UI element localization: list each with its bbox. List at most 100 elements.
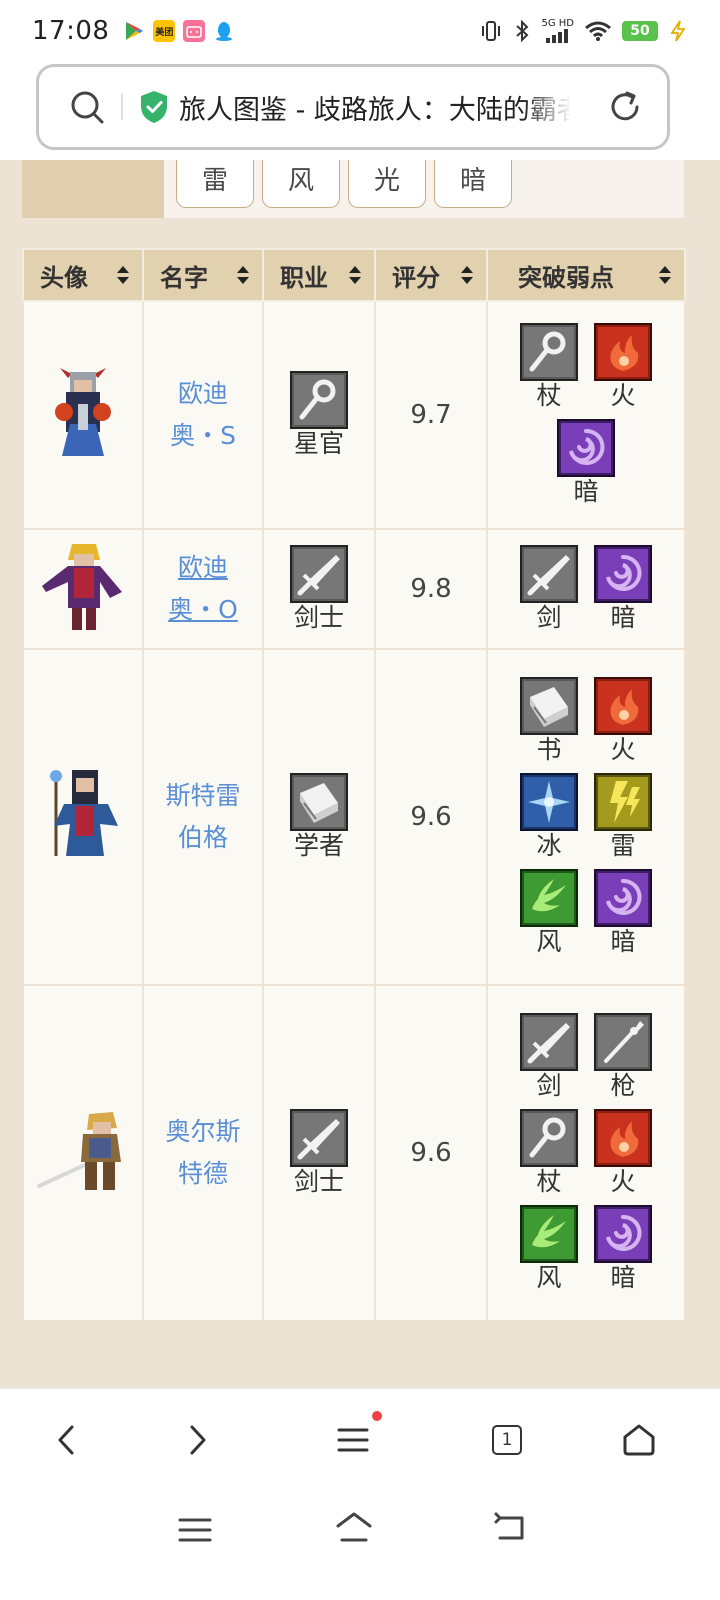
header-avatar[interactable]: 头像 — [22, 248, 144, 302]
sword-icon — [520, 1013, 578, 1071]
weakness-book: 书 — [516, 677, 582, 765]
weakness-dark: 暗 — [553, 419, 619, 507]
status-bar: 17:08 美团 5G HD 50 — [0, 0, 720, 62]
header-weakness-label: 突破弱点 — [518, 263, 614, 292]
reload-icon[interactable] — [607, 89, 643, 125]
dark-icon — [557, 419, 615, 477]
dark-icon — [594, 545, 652, 603]
sort-icon[interactable] — [236, 263, 250, 287]
weakness-label: 火 — [610, 735, 636, 764]
weakness-cell: 剑 暗 — [486, 528, 686, 650]
weakness-label: 火 — [610, 381, 636, 410]
qq-icon — [216, 22, 233, 41]
job-cell: 剑士 — [262, 528, 376, 650]
home-shape-icon — [623, 1424, 655, 1456]
back-button[interactable] — [42, 1415, 92, 1465]
weakness-cell: 剑 枪 杖 火 风 暗 — [486, 984, 686, 1322]
table-row: 欧迪 奥・S 星官 9.7 杖 火 暗 — [22, 300, 686, 530]
menu-button[interactable] — [328, 1411, 382, 1465]
forward-button[interactable] — [172, 1415, 222, 1465]
score-cell: 9.6 — [374, 984, 488, 1322]
page-content: 雷 风 光 暗 头像 名字 职业 评分 突破弱点 欧迪 奥・S 星官 9.7 杖… — [0, 160, 720, 1388]
weakness-label: 暗 — [610, 603, 636, 632]
name-line1: 欧迪 — [177, 553, 228, 582]
weakness-label: 杖 — [536, 381, 562, 410]
traveler-name-link[interactable]: 斯特雷 伯格 — [165, 775, 240, 859]
weakness-cell: 杖 火 暗 — [486, 300, 686, 530]
weakness-label: 风 — [536, 1263, 562, 1292]
tabs-button[interactable]: 1 — [482, 1415, 532, 1465]
traveler-name-link[interactable]: 欧迪 奥・O — [168, 547, 238, 631]
home-button[interactable] — [614, 1415, 664, 1465]
browser-toolbar: 1 — [0, 1388, 720, 1492]
chevron-right-icon — [190, 1425, 206, 1455]
header-score[interactable]: 评分 — [374, 248, 488, 302]
page-title[interactable]: 旅人图鉴 - 歧路旅人：大陆的霸者 — [179, 88, 571, 127]
job-label: 剑士 — [293, 1167, 344, 1196]
search-icon[interactable] — [69, 89, 105, 125]
bilibili-icon — [183, 20, 206, 42]
table-row: 奥尔斯 特德 剑士 9.6 剑 枪 杖 火 风 暗 — [22, 984, 686, 1322]
charging-icon — [670, 20, 686, 42]
filter-btn-dark[interactable]: 暗 — [434, 160, 512, 208]
odio-o-sprite[interactable] — [38, 538, 128, 634]
sort-icon[interactable] — [348, 263, 362, 287]
weakness-sword: 剑 — [516, 545, 582, 633]
home-icon[interactable] — [334, 1510, 374, 1546]
element-filter: 雷 风 光 暗 — [22, 160, 684, 218]
name-line2: 特德 — [177, 1159, 228, 1188]
table-row: 斯特雷 伯格 学者 9.6 书 火 冰 雷 风 暗 — [22, 648, 686, 986]
back-gesture-icon[interactable] — [492, 1510, 528, 1546]
meituan-text: 美团 — [155, 27, 174, 38]
name-line1: 斯特雷 — [165, 781, 241, 810]
job-label: 剑士 — [293, 603, 344, 632]
traveler-name-link[interactable]: 欧迪奥・S — [170, 373, 236, 457]
sort-icon[interactable] — [460, 263, 474, 287]
avatar-cell — [22, 984, 144, 1322]
name-line2: 奥・S — [170, 421, 236, 450]
header-job[interactable]: 职业 — [262, 248, 376, 302]
olberic-sprite[interactable] — [35, 1102, 131, 1198]
sort-icon[interactable] — [658, 263, 672, 287]
weakness-label: 暗 — [610, 1263, 636, 1292]
name-cell: 奥尔斯 特德 — [142, 984, 264, 1322]
weakness-thunder: 雷 — [590, 773, 656, 861]
table-header-row: 头像 名字 职业 评分 突破弱点 — [22, 248, 686, 302]
filter-btn-thunder[interactable]: 雷 — [176, 160, 254, 208]
weakness-label: 杖 — [536, 1167, 562, 1196]
weakness-label: 火 — [610, 1167, 636, 1196]
odio-s-sprite[interactable] — [48, 364, 118, 460]
wind-icon — [520, 1205, 578, 1263]
weakness-staff: 杖 — [516, 1109, 582, 1197]
sort-icon[interactable] — [116, 263, 130, 287]
bluetooth-icon — [516, 19, 529, 43]
score-value: 9.6 — [410, 1138, 452, 1168]
meituan-icon: 美团 — [153, 20, 176, 42]
sword-icon — [290, 1109, 348, 1167]
address-bar[interactable]: 旅人图鉴 - 歧路旅人：大陆的霸者 — [36, 64, 670, 150]
recent-apps-icon[interactable] — [178, 1516, 212, 1544]
address-divider — [121, 94, 123, 120]
shield-check-icon — [141, 91, 167, 123]
score-cell: 9.7 — [374, 300, 488, 530]
filter-btn-light[interactable]: 光 — [348, 160, 426, 208]
header-name[interactable]: 名字 — [142, 248, 264, 302]
job-cell: 剑士 — [262, 984, 376, 1322]
filter-label-cell — [22, 160, 164, 218]
filter-btn-wind[interactable]: 风 — [262, 160, 340, 208]
avatar-cell — [22, 528, 144, 650]
stradberg-sprite[interactable] — [38, 764, 128, 864]
notification-icons: 美团 — [123, 20, 235, 42]
weakness-fire: 火 — [590, 323, 656, 411]
traveler-name-link[interactable]: 奥尔斯 特德 — [165, 1111, 240, 1195]
tab-count: 1 — [492, 1425, 522, 1455]
name-line1: 欧迪 — [177, 379, 228, 408]
weakness-cell: 书 火 冰 雷 风 暗 — [486, 648, 686, 986]
header-weakness[interactable]: 突破弱点 — [486, 248, 686, 302]
weakness-staff: 杖 — [516, 323, 582, 411]
weakness-label: 冰 — [536, 831, 562, 860]
vibrate-icon — [482, 21, 501, 41]
job-label: 星官 — [293, 429, 344, 458]
weakness-label: 暗 — [610, 927, 636, 956]
score-value: 9.6 — [410, 802, 452, 832]
